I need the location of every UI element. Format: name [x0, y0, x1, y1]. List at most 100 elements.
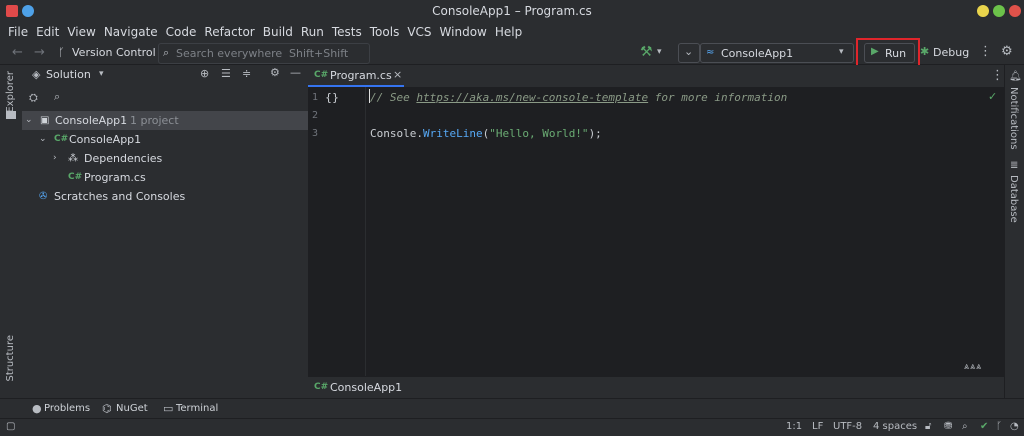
comment-link[interactable]: https://aka.ms/new-console-template [416, 91, 648, 104]
terminal-tab[interactable]: Terminal [176, 403, 218, 414]
configuration-chevron-button[interactable]: ⌄ [678, 43, 700, 63]
left-tool-strip: Explorer Structure [0, 65, 23, 398]
database-icon: ≣ [1010, 160, 1019, 171]
dependencies-icon: ⁂ [68, 153, 78, 164]
show-scope-icon[interactable]: ⛭ [29, 91, 38, 105]
window-title: ConsoleApp1 – Program.cs [432, 4, 592, 18]
line-number: 2 [312, 110, 319, 121]
inspection-ok-icon[interactable]: ✓ [988, 90, 997, 103]
chevron-down-icon: ▾ [839, 47, 844, 57]
breadcrumb-item[interactable]: ConsoleApp1 [330, 381, 402, 394]
maximize-button[interactable] [993, 5, 1005, 17]
problems-icon: ● [32, 402, 42, 415]
code-close: ); [588, 127, 602, 140]
notification-icon[interactable]: ◔ [1010, 421, 1019, 432]
inspection-icon[interactable]: ⌕ [962, 421, 968, 432]
version-control-button[interactable]: Version Control [72, 46, 156, 59]
tab-options-icon[interactable]: ⋮ [991, 68, 1004, 83]
collapse-all-icon[interactable]: ≑ [242, 67, 251, 80]
menu-view[interactable]: View [63, 25, 99, 39]
build-dropdown-icon[interactable]: ▾ [657, 47, 662, 57]
menu-code[interactable]: Code [162, 25, 201, 39]
vcs-branch-icon: ᚴ [58, 46, 65, 59]
csharp-file-icon: C# [314, 70, 329, 80]
bottom-tool-tabs: ● Problems ⌬ NuGet ▭ Terminal [0, 398, 1024, 419]
menu-file[interactable]: File [4, 25, 32, 39]
menu-tools[interactable]: Tools [366, 25, 404, 39]
editor-gutter: 1 {} 2 3 [308, 87, 366, 376]
caret-position[interactable]: 1:1 [786, 421, 802, 432]
code-method: WriteLine [422, 127, 483, 140]
menu-help[interactable]: Help [491, 25, 526, 39]
comment-end: for more information [648, 91, 788, 104]
run-highlight-box [856, 38, 920, 68]
debug-button[interactable]: Debug [933, 46, 969, 59]
folder-icon [6, 111, 16, 119]
indent-setting[interactable]: 4 spaces [873, 421, 917, 432]
editor-breadcrumb: C# ConsoleApp1 [308, 376, 1004, 399]
csharp-file-icon: C# [68, 172, 83, 182]
code-line-1[interactable]: // See https://aka.ms/new-console-templa… [370, 91, 787, 104]
chevron-right-icon: › [53, 153, 57, 163]
menu-tests[interactable]: Tests [328, 25, 366, 39]
menu-navigate[interactable]: Navigate [100, 25, 162, 39]
solution-icon: ▣ [40, 115, 50, 126]
problems-tab[interactable]: Problems [44, 403, 90, 414]
terminal-icon: ▭ [163, 402, 174, 415]
panel-settings-icon[interactable]: ⚙ [270, 66, 280, 79]
nuget-tab[interactable]: NuGet [116, 403, 148, 414]
vcs-icon[interactable]: ᚴ [996, 421, 1002, 432]
text-cursor [369, 89, 370, 103]
back-icon[interactable]: ← [12, 45, 23, 60]
tree-item-solution[interactable]: ⌄ ▣ ConsoleApp1 · 1 project [22, 111, 308, 130]
build-hammer-icon[interactable]: ⚒ [640, 44, 653, 60]
file-encoding[interactable]: UTF-8 [833, 421, 862, 432]
locate-icon[interactable]: ⊕ [200, 67, 209, 80]
chevron-down-icon[interactable]: ▾ [99, 69, 104, 79]
minimize-button[interactable] [977, 5, 989, 17]
menu-vcs[interactable]: VCS [403, 25, 435, 39]
solution-view-selector[interactable]: Solution [46, 68, 91, 81]
chevron-down-icon: ⌄ [684, 45, 694, 58]
menu-refactor[interactable]: Refactor [200, 25, 258, 39]
tab-program-cs[interactable]: C# Program.cs × [308, 65, 404, 87]
run-configuration-select[interactable]: ≈ ConsoleApp1 ▾ [700, 43, 854, 63]
tree-item-program-cs[interactable]: C# Program.cs [22, 168, 308, 187]
comment-start: // See [370, 91, 417, 104]
menu-window[interactable]: Window [436, 25, 491, 39]
status-ok-icon[interactable]: ✔ [980, 421, 988, 432]
structure-tab[interactable]: Structure [5, 335, 16, 382]
code-class: Console [370, 127, 417, 140]
explorer-tab[interactable]: Explorer [5, 71, 16, 113]
code-line-3[interactable]: Console.WriteLine("Hello, World!"); [370, 127, 602, 140]
search-placeholder: Search everywhere [176, 47, 283, 60]
expand-all-icon[interactable]: ☰ [221, 67, 231, 80]
dotnet-config-icon: ≈ [706, 47, 715, 58]
minimize-panel-icon[interactable]: — [290, 66, 301, 79]
menu-build[interactable]: Build [259, 25, 297, 39]
memory-icon[interactable]: ⛃ [944, 421, 952, 432]
search-icon[interactable]: ⌕ [54, 90, 60, 104]
close-button[interactable] [1009, 5, 1021, 17]
menu-edit[interactable]: Edit [32, 25, 63, 39]
tree-item-scratches[interactable]: ✇ Scratches and Consoles [22, 187, 308, 206]
database-tab[interactable]: Database [1008, 175, 1019, 223]
menu-run[interactable]: Run [297, 25, 328, 39]
forward-icon[interactable]: → [34, 45, 45, 60]
scratches-icon: ✇ [39, 191, 48, 202]
tree-item-dependencies[interactable]: › ⁂ Dependencies [22, 149, 308, 168]
line-ending[interactable]: LF [812, 421, 823, 432]
lock-icon[interactable]: 🔓︎ [925, 421, 931, 432]
more-actions-icon[interactable]: ⋮ [979, 44, 992, 59]
run-configuration-label: ConsoleApp1 [721, 47, 794, 60]
code-dot: . [416, 127, 423, 140]
csharp-project-icon: C# [54, 134, 69, 144]
search-everywhere-field[interactable]: ⌕ Search everywhere Shift+Shift [158, 43, 370, 64]
right-tool-strip: 🔔︎ Notifications ≣ Database [1004, 65, 1024, 398]
notifications-tab[interactable]: Notifications [1008, 87, 1019, 150]
tree-item-project[interactable]: ⌄ C# ConsoleApp1 [22, 130, 308, 149]
settings-gear-icon[interactable]: ⚙ [1001, 44, 1013, 59]
ai-assistant-icon[interactable]: ⩓⩓⩓ [964, 362, 982, 372]
close-tab-icon[interactable]: × [393, 68, 402, 81]
toggle-tool-windows-icon[interactable]: ▢ [6, 421, 15, 432]
